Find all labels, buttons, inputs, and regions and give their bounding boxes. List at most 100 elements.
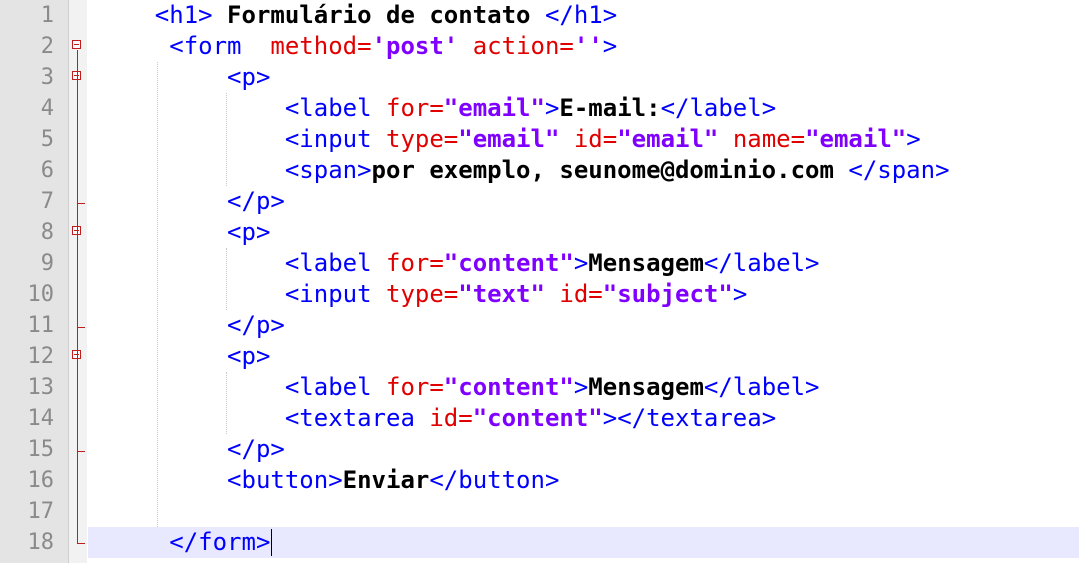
code-token: <input (284, 125, 386, 153)
code-token: Mensagem (588, 373, 704, 401)
code-line[interactable]: 1 <h1> Formulário de contato </h1> (0, 0, 1079, 31)
code-token: type= (386, 280, 459, 308)
code-token: "email" (443, 94, 545, 122)
code-line-current[interactable]: 18 </form> (0, 527, 1079, 558)
code-line[interactable]: 8 <p> (0, 217, 1079, 248)
code-token: > (573, 373, 589, 401)
code-token: <span> (284, 156, 372, 184)
line-number: 1 (40, 3, 54, 28)
text-caret (270, 529, 272, 556)
code-token: id= (559, 280, 603, 308)
code-text[interactable]: <form method='post' action=''> (97, 31, 617, 62)
indent-guide (226, 248, 227, 310)
code-text[interactable]: <span>por exemplo, seunome@dominio.com <… (97, 155, 950, 186)
code-token: "email" (617, 125, 719, 153)
code-text[interactable]: <p> (97, 341, 270, 372)
code-text[interactable]: <label for="content">Mensagem</label> (97, 372, 820, 403)
code-token: </label> (703, 373, 820, 401)
fold-toggle-icon[interactable] (72, 40, 81, 49)
code-token: <form (169, 32, 271, 60)
code-line[interactable]: 17 (0, 496, 1079, 527)
code-token: <h1> (154, 1, 228, 29)
fold-end-marker (77, 327, 85, 328)
code-line[interactable]: 10 <input type="text" id="subject"> (0, 279, 1079, 310)
code-token: </p> (227, 187, 285, 215)
line-number: 11 (27, 313, 55, 338)
code-line[interactable]: 11 </p> (0, 310, 1079, 341)
code-line[interactable]: 16 <button>Enviar</button> (0, 465, 1079, 496)
code-token: <label (284, 249, 386, 277)
code-text[interactable]: <textarea id="content"></textarea> (97, 403, 776, 434)
code-token: <textarea (284, 404, 430, 432)
code-token: Enviar (342, 466, 430, 494)
code-line[interactable]: 15 </p> (0, 434, 1079, 465)
code-token: "subject" (602, 280, 733, 308)
code-text[interactable]: <button>Enviar</button> (97, 465, 559, 496)
code-token: "content" (443, 249, 574, 277)
line-number: 18 (27, 530, 55, 555)
code-line[interactable]: 14 <textarea id="content"></textarea> (0, 403, 1079, 434)
line-number: 7 (40, 189, 54, 214)
line-number: 15 (27, 437, 55, 462)
code-token: '' (573, 32, 603, 60)
code-editor[interactable]: 1 <h1> Formulário de contato </h1> 2 <fo… (0, 0, 1079, 563)
line-number: 17 (27, 499, 55, 524)
line-number: 4 (40, 96, 54, 121)
code-text[interactable]: </p> (97, 186, 285, 217)
line-number: 2 (40, 34, 54, 59)
code-line[interactable]: 13 <label for="content">Mensagem</label> (0, 372, 1079, 403)
code-token: action= (472, 32, 574, 60)
code-token: <p> (227, 63, 271, 91)
code-token: <button> (227, 466, 343, 494)
code-text[interactable]: </p> (97, 310, 285, 341)
code-text[interactable]: </p> (97, 434, 285, 465)
line-number: 6 (40, 158, 54, 183)
code-token: name= (732, 125, 806, 153)
indent-guide (226, 372, 227, 434)
code-line[interactable]: 4 <label for="email">E-mail:</label> (0, 93, 1079, 124)
code-line[interactable]: 2 <form method='post' action=''> (0, 31, 1079, 62)
line-number: 13 (27, 375, 55, 400)
code-token: id= (429, 404, 473, 432)
line-number: 14 (27, 406, 55, 431)
code-token: </label> (703, 249, 820, 277)
code-token: id= (573, 125, 618, 153)
code-token: <label (284, 94, 386, 122)
fold-end-marker (77, 203, 85, 204)
code-token: > (732, 280, 748, 308)
code-token: "email" (458, 125, 560, 153)
line-number: 10 (27, 282, 55, 307)
code-line[interactable]: 5 <input type="email" id="email" name="e… (0, 124, 1079, 155)
code-text[interactable]: <p> (97, 217, 270, 248)
code-line[interactable]: 12 <p> (0, 341, 1079, 372)
code-line[interactable]: 3 <p> (0, 62, 1079, 93)
code-token: > (602, 32, 618, 60)
code-token: 'post' (371, 32, 459, 60)
code-token: "content" (472, 404, 603, 432)
code-text[interactable]: <label for="content">Mensagem</label> (97, 248, 820, 279)
indent-guide (157, 62, 158, 527)
code-text[interactable]: </form> (97, 527, 270, 558)
code-text[interactable]: <p> (97, 62, 270, 93)
line-number: 5 (40, 127, 54, 152)
code-text[interactable]: <input type="text" id="subject"> (97, 279, 747, 310)
code-line[interactable]: 9 <label for="content">Mensagem</label> (0, 248, 1079, 279)
line-number: 8 (40, 220, 54, 245)
code-token: method= (270, 32, 372, 60)
code-token: for= (386, 94, 444, 122)
line-number: 3 (40, 65, 54, 90)
code-line[interactable]: 6 <span>por exemplo, seunome@dominio.com… (0, 155, 1079, 186)
line-number: 12 (27, 344, 55, 369)
code-token: <p> (227, 218, 271, 246)
code-text[interactable]: <label for="email">E-mail:</label> (97, 93, 776, 124)
code-token: E-mail: (559, 94, 661, 122)
code-token: <p> (227, 342, 271, 370)
code-line[interactable]: 7 </p> (0, 186, 1079, 217)
code-text[interactable]: <input type="email" id="email" name="ema… (97, 124, 921, 155)
code-text[interactable]: <h1> Formulário de contato </h1> (97, 0, 617, 31)
code-token: type= (386, 125, 459, 153)
